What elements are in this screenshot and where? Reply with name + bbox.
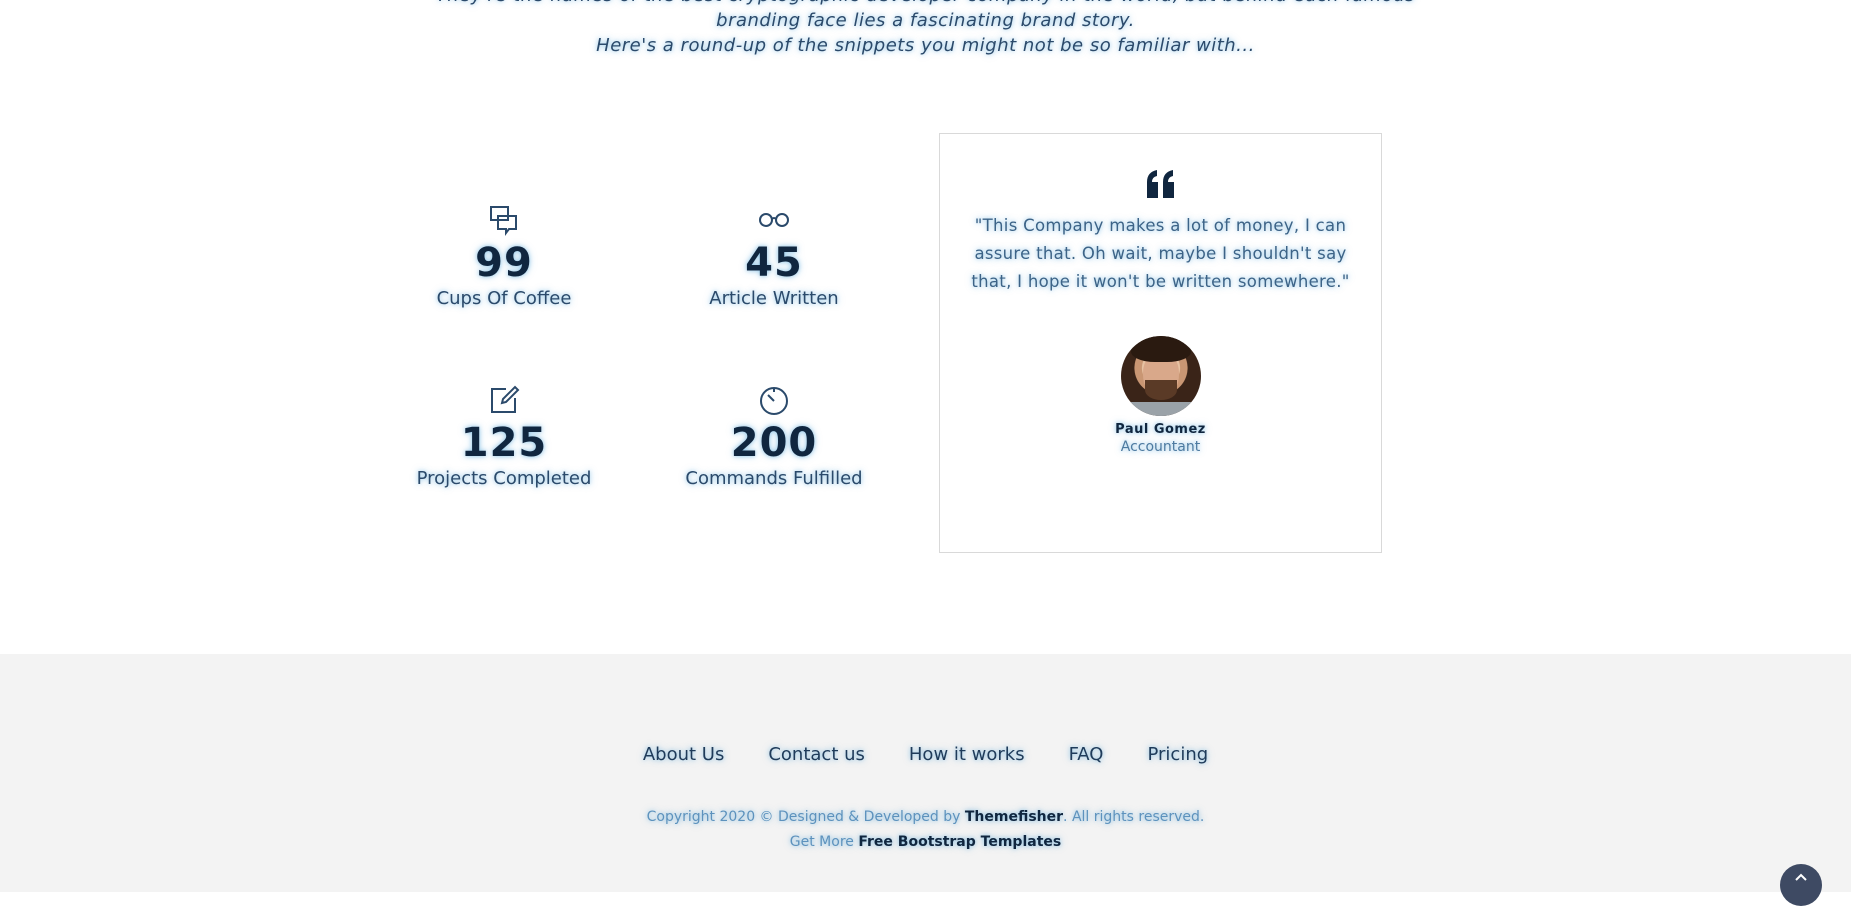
edit-icon [374, 382, 634, 418]
stat-value: 200 [730, 420, 818, 466]
footer-link-how-it-works[interactable]: How it works [909, 744, 1025, 765]
quote-icon [940, 168, 1381, 198]
footer-nav: About Us Contact us How it works FAQ Pri… [0, 744, 1851, 765]
chevron-up-icon [1795, 873, 1807, 881]
intro-line-1: They're the names of the best cryptograp… [0, 0, 1851, 8]
stat-label: Commands Fulfilled [685, 468, 863, 489]
timer-icon [644, 382, 904, 418]
stat-value: 45 [745, 240, 803, 286]
intro-line-3: Here's a round-up of the snippets you mi… [596, 35, 1255, 56]
copyright: Copyright 2020 © Designed & Developed by… [0, 805, 1851, 855]
glasses-icon [644, 202, 904, 238]
stat-value: 99 [475, 240, 533, 286]
free-templates-link[interactable]: Free Bootstrap Templates [858, 834, 1061, 850]
more-prefix: Get More [789, 834, 859, 850]
testimonial-name: Paul Gomez [1115, 422, 1206, 437]
copyright-suffix: . All rights reserved. [1063, 809, 1205, 825]
copyright-prefix: Copyright 2020 © Designed & Developed by [646, 809, 965, 825]
intro-line-2: branding face lies a fascinating brand s… [716, 10, 1135, 31]
footer-link-contact[interactable]: Contact us [768, 744, 865, 765]
themefisher-link[interactable]: Themefisher [965, 809, 1063, 825]
stat-coffee: 99 Cups Of Coffee [374, 202, 634, 309]
stat-projects: 125 Projects Completed [374, 382, 634, 489]
stat-value: 125 [460, 420, 548, 466]
intro-text: They're the names of the best cryptograp… [0, 0, 1851, 58]
footer: About Us Contact us How it works FAQ Pri… [0, 654, 1851, 892]
footer-link-faq[interactable]: FAQ [1069, 744, 1104, 765]
stat-commands: 200 Commands Fulfilled [644, 382, 904, 489]
testimonial-card: "This Company makes a lot of money, I ca… [939, 133, 1382, 553]
stat-label: Article Written [709, 288, 839, 309]
testimonial-quote: "This Company makes a lot of money, I ca… [971, 216, 1350, 291]
scroll-to-top-button[interactable] [1780, 864, 1822, 906]
testimonial-role: Accountant [1120, 439, 1201, 455]
stat-label: Cups Of Coffee [436, 288, 572, 309]
avatar [1120, 336, 1201, 416]
stat-label: Projects Completed [416, 468, 592, 489]
footer-link-pricing[interactable]: Pricing [1147, 744, 1208, 765]
footer-link-about[interactable]: About Us [643, 744, 725, 765]
stat-articles: 45 Article Written [644, 202, 904, 309]
chat-bubbles-icon [374, 202, 634, 238]
